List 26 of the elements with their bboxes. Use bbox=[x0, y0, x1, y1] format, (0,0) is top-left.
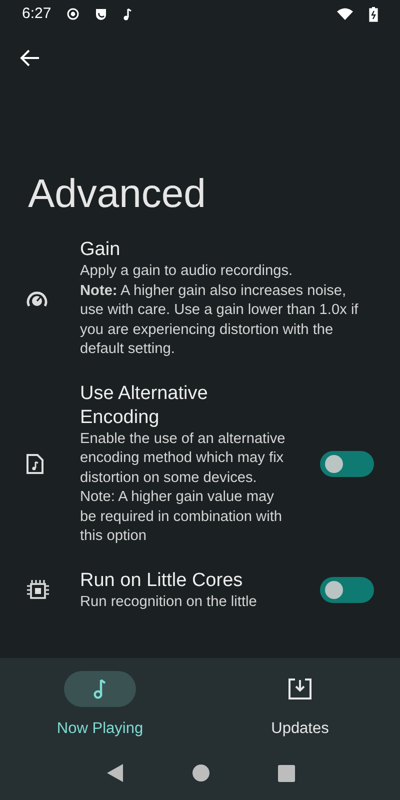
audio-file-icon bbox=[26, 454, 44, 474]
shield-icon bbox=[95, 8, 108, 20]
music-note-icon bbox=[123, 8, 132, 20]
wifi-icon bbox=[337, 8, 353, 20]
battery-icon bbox=[369, 6, 378, 22]
music-note-icon bbox=[93, 679, 107, 699]
recents-nav-button[interactable] bbox=[278, 764, 294, 782]
toggle-switch[interactable] bbox=[320, 577, 374, 604]
back-button[interactable] bbox=[20, 49, 40, 67]
nav-tab[interactable]: Now Playing bbox=[0, 658, 200, 760]
setting-description: Apply a gain to audio recordings. Note: A higher gain also increases noise, use with care. Use a gain lower than 1.0x if you are experiencing distortion with the default setting. bbox=[80, 262, 360, 359]
status-time: 6:27 bbox=[22, 4, 52, 24]
toggle-switch[interactable] bbox=[320, 451, 374, 477]
setting-description: Run recognition on the little bbox=[80, 592, 258, 612]
setting-description: Enable the use of an alternative encoding method which may fix distortion on some devices. Note: A higher gain value may be required in combination with this option bbox=[80, 430, 286, 546]
chip-icon bbox=[26, 579, 50, 602]
setting-title: Gain bbox=[80, 238, 122, 262]
page-title: Advanced bbox=[28, 172, 207, 216]
setting-title: Use Alternative Encoding bbox=[80, 382, 209, 430]
nav-tab[interactable]: Updates bbox=[200, 658, 400, 760]
download-icon bbox=[288, 678, 312, 700]
target-icon bbox=[67, 8, 80, 20]
back-nav-button[interactable] bbox=[106, 763, 124, 783]
home-nav-button[interactable] bbox=[192, 764, 210, 782]
gauge-icon bbox=[26, 288, 48, 309]
setting-title: Run on Little Cores bbox=[80, 568, 244, 592]
